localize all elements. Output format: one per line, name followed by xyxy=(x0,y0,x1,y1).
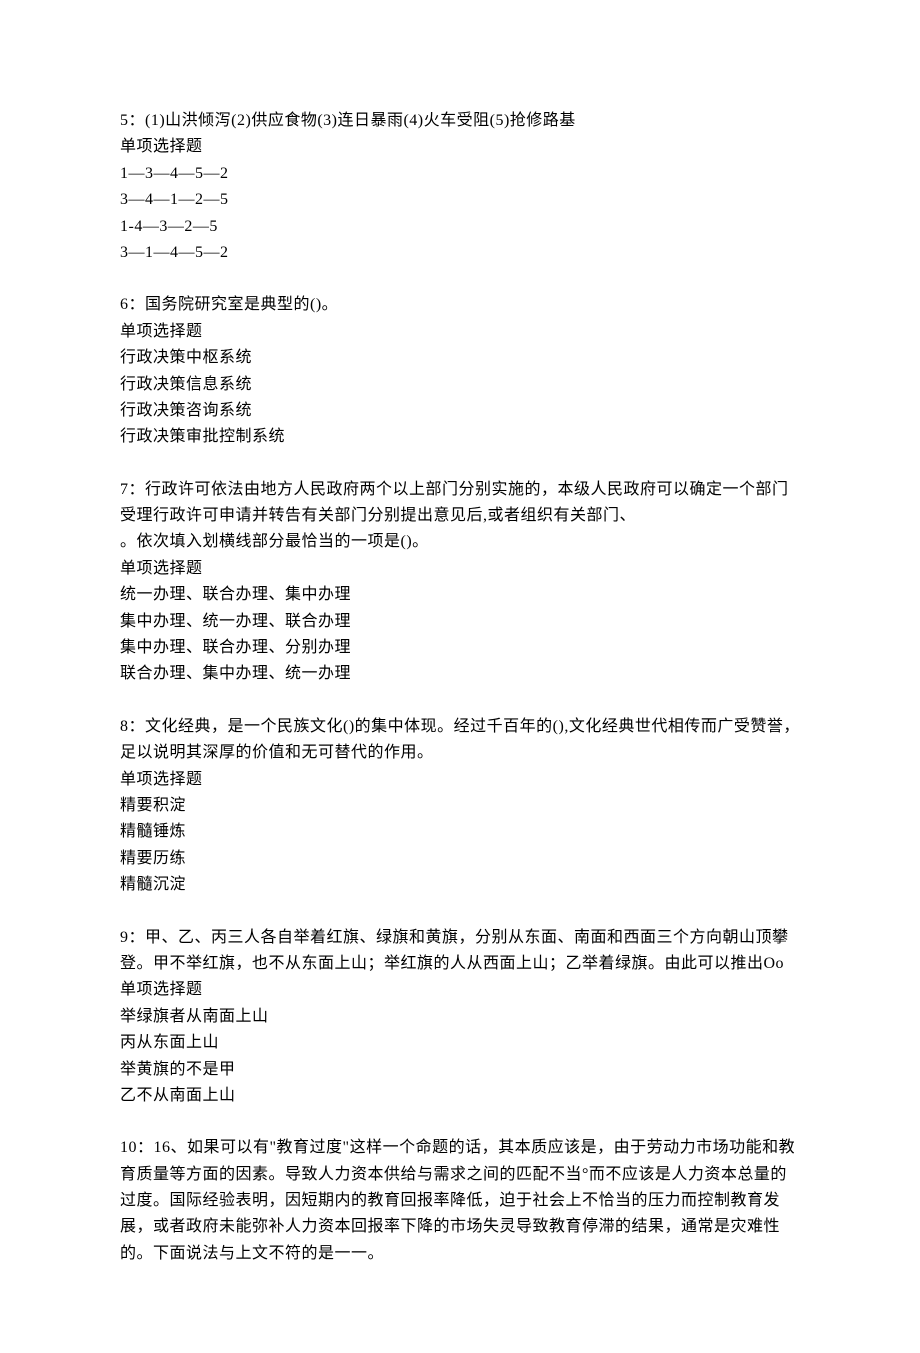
question-text: 9：甲、乙、丙三人各自举着红旗、绿旗和黄旗，分别从东面、南面和西面三个方向朝山顶… xyxy=(120,925,800,978)
question-option: 精髓锤炼 xyxy=(120,819,800,845)
question-7: 7：行政许可依法由地方人民政府两个以上部门分别实施的，本级人民政府可以确定一个部… xyxy=(120,477,800,688)
question-option: 行政决策中枢系统 xyxy=(120,345,800,371)
question-option: 丙从东面上山 xyxy=(120,1030,800,1056)
question-option: 行政决策信息系统 xyxy=(120,372,800,398)
question-type: 单项选择题 xyxy=(120,977,800,1003)
question-option: 精要积淀 xyxy=(120,793,800,819)
document-page: 5：(1)山洪倾泻(2)供应食物(3)连日暴雨(4)火车受阻(5)抢修路基 单项… xyxy=(0,0,920,1353)
question-text-cont: 。依次填入划横线部分最恰当的一项是()。 xyxy=(120,529,800,555)
question-type: 单项选择题 xyxy=(120,556,800,582)
question-option: 精髓沉淀 xyxy=(120,872,800,898)
question-type: 单项选择题 xyxy=(120,134,800,160)
question-option: 3—4—1—2—5 xyxy=(120,187,800,213)
question-option: 举绿旗者从南面上山 xyxy=(120,1004,800,1030)
question-option: 乙不从南面上山 xyxy=(120,1083,800,1109)
question-option: 联合办理、集中办理、统一办理 xyxy=(120,661,800,687)
question-10: 10：16、如果可以有"教育过度"这样一个命题的话，其本质应该是，由于劳动力市场… xyxy=(120,1135,800,1267)
question-option: 行政决策审批控制系统 xyxy=(120,424,800,450)
question-6: 6：国务院研究室是典型的()。 单项选择题 行政决策中枢系统 行政决策信息系统 … xyxy=(120,292,800,450)
question-option: 举黄旗的不是甲 xyxy=(120,1057,800,1083)
question-type: 单项选择题 xyxy=(120,767,800,793)
question-option: 1—3—4—5—2 xyxy=(120,161,800,187)
question-option: 集中办理、联合办理、分别办理 xyxy=(120,635,800,661)
question-text: 5：(1)山洪倾泻(2)供应食物(3)连日暴雨(4)火车受阻(5)抢修路基 xyxy=(120,108,800,134)
question-option: 3—1—4—5—2 xyxy=(120,240,800,266)
question-option: 1-4—3—2—5 xyxy=(120,214,800,240)
question-text: 6：国务院研究室是典型的()。 xyxy=(120,292,800,318)
question-option: 统一办理、联合办理、集中办理 xyxy=(120,582,800,608)
question-8: 8：文化经典，是一个民族文化()的集中体现。经过千百年的(),文化经典世代相传而… xyxy=(120,714,800,899)
question-option: 精要历练 xyxy=(120,846,800,872)
question-text: 10：16、如果可以有"教育过度"这样一个命题的话，其本质应该是，由于劳动力市场… xyxy=(120,1135,800,1267)
question-text: 7：行政许可依法由地方人民政府两个以上部门分别实施的，本级人民政府可以确定一个部… xyxy=(120,477,800,530)
question-9: 9：甲、乙、丙三人各自举着红旗、绿旗和黄旗，分别从东面、南面和西面三个方向朝山顶… xyxy=(120,925,800,1110)
question-option: 行政决策咨询系统 xyxy=(120,398,800,424)
question-text: 8：文化经典，是一个民族文化()的集中体现。经过千百年的(),文化经典世代相传而… xyxy=(120,714,800,767)
question-type: 单项选择题 xyxy=(120,319,800,345)
question-5: 5：(1)山洪倾泻(2)供应食物(3)连日暴雨(4)火车受阻(5)抢修路基 单项… xyxy=(120,108,800,266)
question-option: 集中办理、统一办理、联合办理 xyxy=(120,609,800,635)
